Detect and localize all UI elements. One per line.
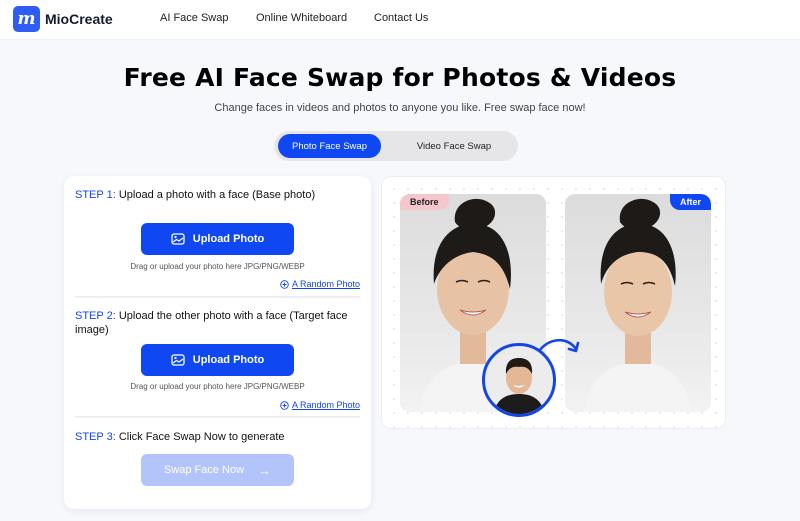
brand-name: MioCreate [45,11,113,27]
divider [75,416,360,418]
brand-logo[interactable]: m MioCreate [13,6,113,32]
divider [75,296,360,298]
mode-tabs: Photo Face Swap Video Face Swap [274,131,518,161]
upload-hint: Drag or upload your photo here JPG/PNG/W… [130,262,305,271]
random-photo-label: A Random Photo [291,279,360,289]
step-2-text: Upload the other photo with a face (Targ… [75,310,348,336]
image-icon [171,233,185,245]
step-2-number: STEP 2: [75,310,116,322]
after-photo: After [565,194,711,412]
upload-base-photo-button[interactable]: Upload Photo [141,223,294,255]
target-face-avatar [482,343,556,417]
page-subtitle: Change faces in videos and photos to any… [214,102,586,114]
nav-ai-face-swap[interactable]: AI Face Swap [160,12,228,24]
page-title: Free AI Face Swap for Photos & Videos [123,63,677,92]
upload-hint: Drag or upload your photo here JPG/PNG/W… [130,382,305,391]
plus-circle-icon [280,279,289,289]
step-1-label: STEP 1: Upload a photo with a face (Base… [75,188,315,202]
before-badge: Before [400,194,449,210]
step-1-text: Upload a photo with a face (Base photo) [115,189,316,201]
upload-button-label: Upload Photo [192,354,265,366]
swap-steps-panel: STEP 1: Upload a photo with a face (Base… [64,176,371,509]
step-1-number: STEP 1: [75,189,116,201]
random-photo-link-2[interactable]: A Random Photo [280,400,360,410]
step-3-text: Click Face Swap Now to generate [115,431,285,443]
man-portrait-image [493,358,545,414]
swap-face-now-button[interactable]: Swap Face Now → [141,454,294,486]
tab-photo-face-swap[interactable]: Photo Face Swap [278,134,381,158]
arrow-right-icon: → [258,462,272,478]
after-badge: After [669,194,711,210]
tab-video-face-swap[interactable]: Video Face Swap [394,134,514,158]
plus-circle-icon [280,400,289,410]
nav-online-whiteboard[interactable]: Online Whiteboard [256,12,347,24]
image-icon [171,354,185,366]
top-nav-bar: m MioCreate AI Face Swap Online Whiteboa… [0,0,800,40]
nav-contact-us[interactable]: Contact Us [374,12,428,24]
upload-target-photo-button[interactable]: Upload Photo [141,344,294,376]
before-after-preview: Before After [381,176,726,429]
upload-button-label: Upload Photo [192,233,265,245]
miocreate-logo-icon: m [13,6,40,32]
random-photo-label: A Random Photo [291,400,360,410]
random-photo-link-1[interactable]: A Random Photo [280,279,360,289]
step-3-label: STEP 3: Click Face Swap Now to generate [75,430,285,444]
step-3-number: STEP 3: [75,431,116,443]
step-2-label: STEP 2: Upload the other photo with a fa… [75,309,355,337]
swapped-portrait-image [585,198,691,412]
swap-button-label: Swap Face Now [163,464,245,476]
